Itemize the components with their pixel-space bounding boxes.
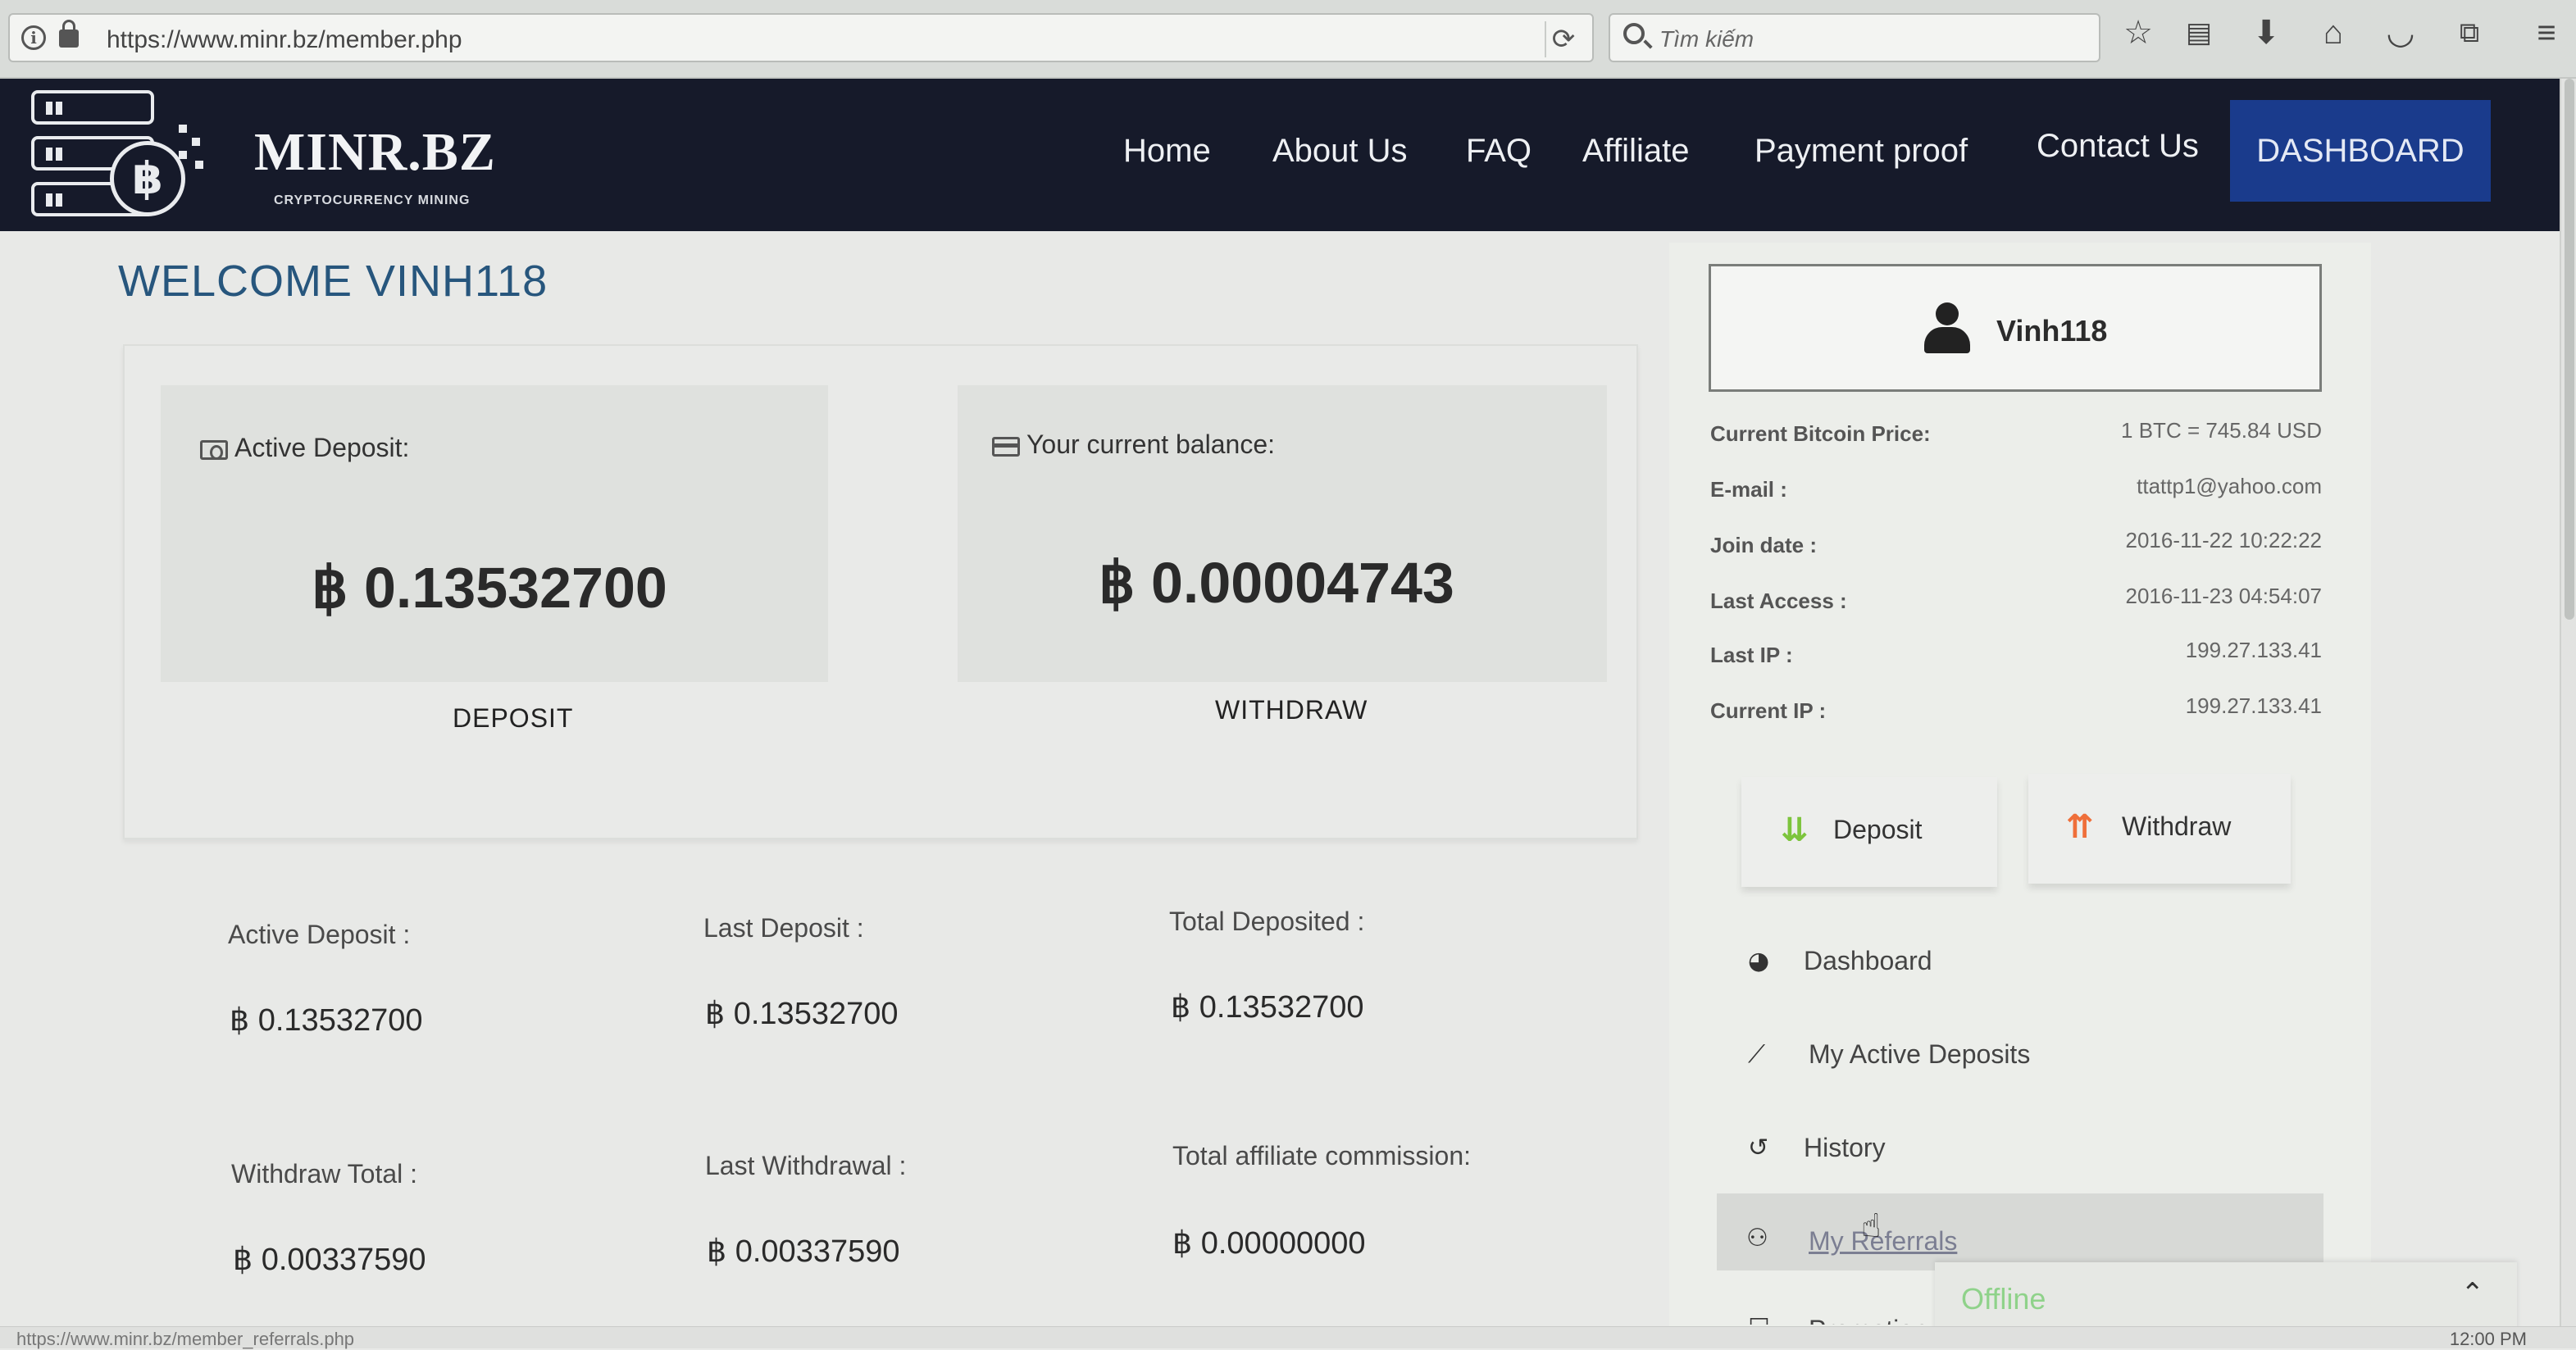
nav-home[interactable]: Home: [1123, 133, 1211, 170]
nav-payment-proof[interactable]: Payment proof: [1755, 133, 1968, 170]
sidebar-deposit-button[interactable]: ⇊ Deposit: [1741, 777, 1997, 887]
bookmark-star-icon[interactable]: ☆: [2117, 11, 2160, 54]
active-deposit-card: [161, 385, 828, 682]
search-input[interactable]: Tìm kiếm: [1609, 13, 2100, 62]
balance-card-value: ฿ 0.00004743: [1099, 551, 1454, 615]
active-deposit-card-label: Active Deposit:: [200, 433, 409, 463]
history-icon: ↺: [1748, 1134, 1769, 1162]
menu-icon[interactable]: ≡: [2525, 11, 2568, 54]
address-bar[interactable]: i https://www.minr.bz/member.php ⟳: [8, 13, 1594, 62]
search-placeholder: Tìm kiếm: [1659, 26, 1755, 52]
scrollbar-thumb[interactable]: [2565, 79, 2574, 620]
double-chevron-up-icon: ⇈: [2066, 808, 2094, 846]
withdraw-link[interactable]: WITHDRAW: [1215, 695, 1368, 725]
chevron-up-icon[interactable]: ⌃: [2461, 1277, 2485, 1310]
stat-label: Last Deposit :: [703, 913, 864, 943]
info-label: Current Bitcoin Price:: [1710, 421, 1931, 446]
user-icon: [1923, 302, 1972, 355]
site-header: ฿ MINR.BZ CRYPTOCURRENCY MINING Home Abo…: [0, 79, 2560, 231]
active-deposit-card-value: ฿ 0.13532700: [312, 556, 667, 620]
balance-card-label: Your current balance:: [992, 430, 1275, 460]
money-icon: [200, 439, 228, 460]
info-value: 2016-11-22 10:22:22: [2125, 528, 2323, 552]
address-url[interactable]: https://www.minr.bz/member.php: [107, 26, 462, 54]
nav-contact-us[interactable]: Contact Us: [2037, 128, 2199, 165]
stat-value: ฿ 0.00337590: [233, 1243, 426, 1277]
deposit-link[interactable]: DEPOSIT: [453, 703, 573, 734]
stat-label: Active Deposit :: [228, 920, 411, 949]
status-url: https://www.minr.bz/member_referrals.php: [16, 1329, 355, 1349]
sidebar-withdraw-button[interactable]: ⇈ Withdraw: [2028, 774, 2291, 884]
mouse-cursor-icon: ☝: [1861, 1208, 1882, 1244]
info-label: Last Access :: [1710, 589, 1847, 613]
stat-label: Withdraw Total :: [231, 1159, 418, 1189]
info-label: Current IP :: [1710, 698, 1827, 723]
home-icon[interactable]: ⌂: [2312, 11, 2355, 54]
user-box: Vinh118: [1709, 264, 2322, 392]
browser-toolbar: i https://www.minr.bz/member.php ⟳ Tìm k…: [0, 0, 2576, 79]
search-icon: [1623, 23, 1645, 44]
info-value: 2016-11-23 04:54:07: [2125, 584, 2323, 608]
page-title: WELCOME VINH118: [118, 257, 548, 306]
stat-label: Total affiliate commission:: [1172, 1141, 1471, 1170]
download-icon[interactable]: ⬇: [2245, 11, 2287, 54]
stat-value: ฿ 0.00337590: [707, 1234, 900, 1269]
stat-value: ฿ 0.13532700: [230, 1003, 423, 1038]
pocket-icon[interactable]: ◡: [2379, 11, 2422, 54]
double-chevron-down-icon: ⇊: [1781, 811, 1809, 849]
info-label: Last IP :: [1710, 643, 1793, 667]
chart-icon: ⟋: [1748, 1040, 1765, 1069]
clock: 12:00 PM: [2449, 1329, 2527, 1349]
info-icon[interactable]: i: [21, 25, 46, 50]
stat-label: Total Deposited :: [1169, 907, 1365, 936]
brand-logo-icon[interactable]: ฿: [31, 90, 203, 221]
username: Vinh118: [1996, 314, 2108, 348]
credit-card-icon: [992, 436, 1020, 457]
chat-status: Offline: [1961, 1282, 2046, 1316]
info-label: Join date :: [1710, 533, 1818, 557]
info-value: ttattp1@yahoo.com: [2137, 474, 2322, 498]
sidebar-item-history[interactable]: ↺ History: [1718, 1113, 2322, 1187]
info-value: 199.27.133.41: [2185, 693, 2322, 718]
users-icon: ⚇: [1746, 1224, 1768, 1252]
stat-value: ฿ 0.13532700: [1171, 990, 1364, 1025]
stat-label: Last Withdrawal :: [705, 1151, 907, 1180]
stat-value: ฿ 0.13532700: [705, 997, 899, 1031]
reload-icon[interactable]: ⟳: [1545, 21, 1581, 57]
brand-tagline: CRYPTOCURRENCY MINING: [274, 193, 471, 207]
extensions-icon[interactable]: ⧉: [2448, 11, 2491, 54]
info-value: 199.27.133.41: [2185, 638, 2322, 662]
info-label: E-mail :: [1710, 477, 1787, 502]
sidebar-item-referrals[interactable]: ⚇ My Referrals: [1717, 1193, 2323, 1270]
brand-name[interactable]: MINR.BZ: [254, 121, 496, 184]
nav-dashboard[interactable]: DASHBOARD: [2230, 100, 2491, 202]
nav-affiliate[interactable]: Affiliate: [1582, 133, 1689, 170]
browser-status-bar: https://www.minr.bz/member_referrals.php…: [0, 1326, 2576, 1349]
dashboard-icon: ◕: [1748, 947, 1770, 975]
reading-list-icon[interactable]: ▤: [2178, 11, 2220, 54]
nav-faq[interactable]: FAQ: [1466, 133, 1531, 170]
nav-about-us[interactable]: About Us: [1272, 133, 1408, 170]
chat-widget[interactable]: Offline ⌃: [1935, 1262, 2517, 1336]
sidebar-item-active-deposits[interactable]: ⟋ My Active Deposits: [1718, 1020, 2322, 1093]
stat-value: ฿ 0.00000000: [1172, 1226, 1366, 1261]
info-value: 1 BTC = 745.84 USD: [2121, 418, 2322, 443]
sidebar-item-dashboard[interactable]: ◕ Dashboard: [1718, 926, 2322, 1000]
page-scrollbar[interactable]: [2560, 79, 2576, 1348]
promotion-icon: ☐: [1748, 1316, 1777, 1325]
lock-icon: [59, 20, 79, 48]
